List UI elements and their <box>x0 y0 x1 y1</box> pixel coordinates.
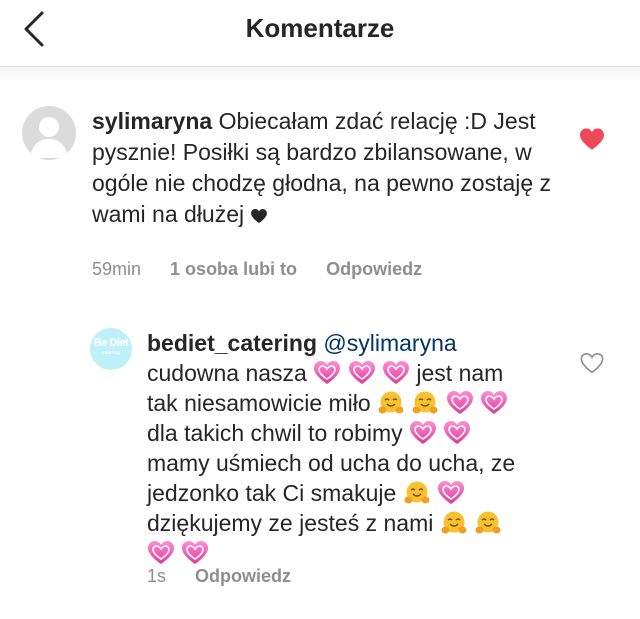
avatar[interactable]: Be Diet catering <box>90 328 132 370</box>
hugging-face-emoji-icon <box>378 391 405 415</box>
reply-comment-body: bediet_catering @sylimaryna cudowna nasz… <box>147 328 567 568</box>
hugging-face-emoji-icon <box>440 511 467 535</box>
hugging-face-emoji-icon <box>475 511 502 535</box>
heart-filled-icon[interactable] <box>580 128 604 150</box>
pink-heart-emoji-icon <box>438 481 465 505</box>
pink-heart-emoji-icon <box>383 361 410 385</box>
avatar[interactable] <box>22 106 76 160</box>
comment-meta: 1s Odpowiedz <box>147 566 315 587</box>
comment-line: cudowna nasza <box>147 360 307 386</box>
pink-heart-emoji-icon <box>182 541 209 565</box>
comment-username[interactable]: bediet_catering <box>147 330 317 356</box>
comment-line: dla takich chwil to robimy <box>147 420 403 446</box>
comment-time: 1s <box>147 566 167 586</box>
pink-heart-emoji-icon <box>446 391 473 415</box>
page-title: Komentarze <box>245 13 395 43</box>
comment-time: 59min <box>92 259 142 279</box>
comment-body: sylimaryna Obiecałam zdać relację :D Jes… <box>92 106 562 230</box>
comment-line: jedzonko tak Ci smakuje <box>147 480 397 506</box>
comment-meta: 59min 1 osoba lubi to Odpowiedz <box>92 259 446 280</box>
avatar-logo-subtext: catering <box>102 350 120 356</box>
default-avatar-icon <box>30 117 68 158</box>
comment-line: tak niesamowicie miło <box>147 390 371 416</box>
pink-heart-emoji-icon <box>410 421 437 445</box>
black-heart-icon <box>250 209 267 223</box>
mention-link[interactable]: @sylimaryna <box>323 330 456 356</box>
hugging-face-emoji-icon <box>403 481 430 505</box>
pink-heart-emoji-icon <box>481 391 508 415</box>
likes-count[interactable]: 1 osoba lubi to <box>170 259 297 279</box>
pink-heart-emoji-icon <box>148 541 174 565</box>
reply-button[interactable]: Odpowiedz <box>195 566 291 586</box>
comment-line: mamy uśmiech od ucha do ucha, ze <box>147 450 516 476</box>
header: Komentarze <box>0 0 640 66</box>
comment-username[interactable]: sylimaryna <box>92 108 212 134</box>
comment-line: jest nam <box>416 360 504 386</box>
pink-heart-emoji-icon <box>348 361 375 385</box>
pink-heart-emoji-icon <box>444 421 471 445</box>
heart-outline-icon[interactable] <box>580 352 604 374</box>
hugging-face-emoji-icon <box>412 391 439 415</box>
avatar-logo-text: Be Diet <box>93 337 129 349</box>
comment-line: dziękujemy ze jesteś z nami <box>147 510 434 536</box>
reply-button[interactable]: Odpowiedz <box>326 259 422 279</box>
header-shadow <box>0 67 640 81</box>
pink-heart-emoji-icon <box>314 361 341 385</box>
